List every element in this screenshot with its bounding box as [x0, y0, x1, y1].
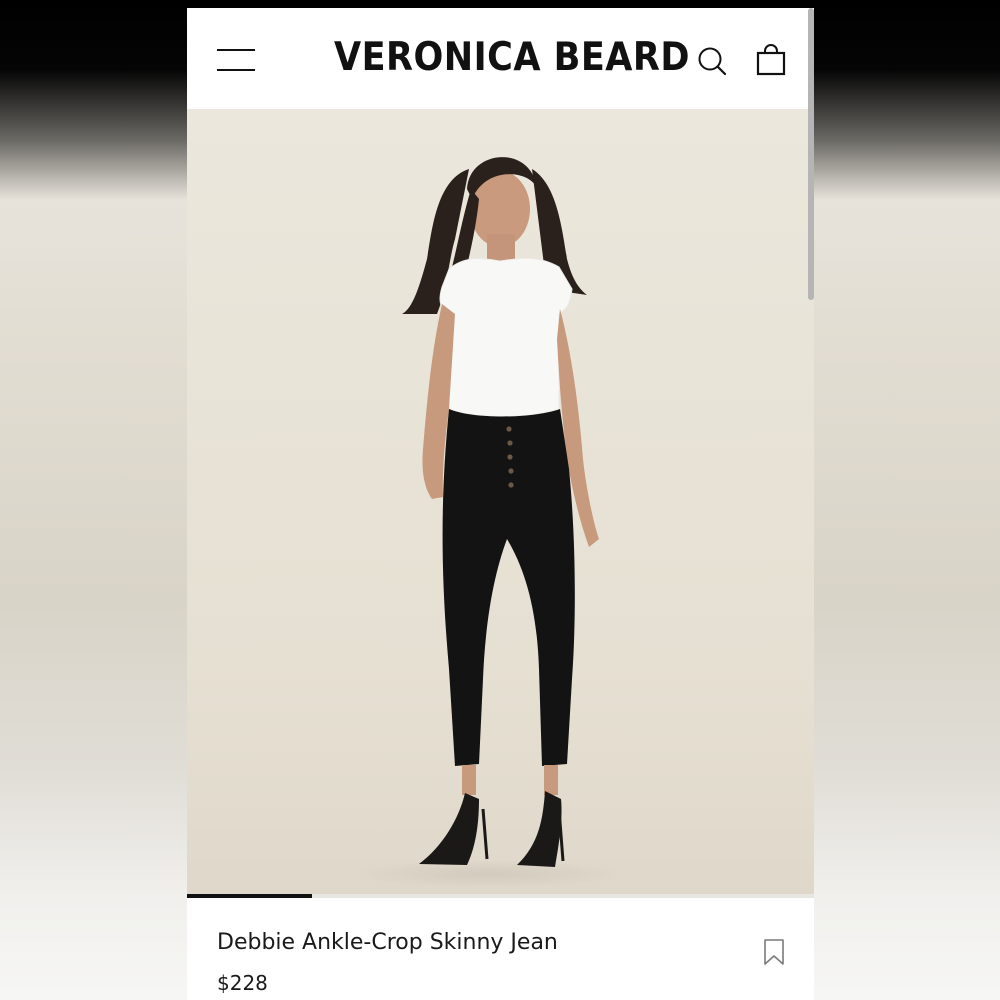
product-image[interactable] [187, 109, 814, 896]
background-blur-left [0, 0, 187, 1000]
menu-icon[interactable] [217, 48, 255, 72]
brand-logo[interactable]: VERONICA BEARD [334, 35, 689, 80]
search-icon[interactable] [697, 46, 727, 76]
product-name[interactable]: Debbie Ankle-Crop Skinny Jean [217, 930, 558, 955]
shopping-bag-icon[interactable] [756, 44, 786, 76]
scrollbar[interactable] [808, 8, 814, 1000]
site-header: VERONICA BEARD [187, 8, 814, 109]
bookmark-icon[interactable] [763, 938, 785, 966]
background-blur-right [814, 0, 1000, 1000]
product-price: $228 [217, 971, 268, 995]
model-photo [187, 109, 814, 896]
mobile-screen: VERONICA BEARD Debbie Ankle-Crop Skinny … [187, 8, 814, 1000]
product-info: Debbie Ankle-Crop Skinny Jean $228 [187, 898, 814, 1000]
scrollbar-thumb[interactable] [808, 8, 814, 300]
